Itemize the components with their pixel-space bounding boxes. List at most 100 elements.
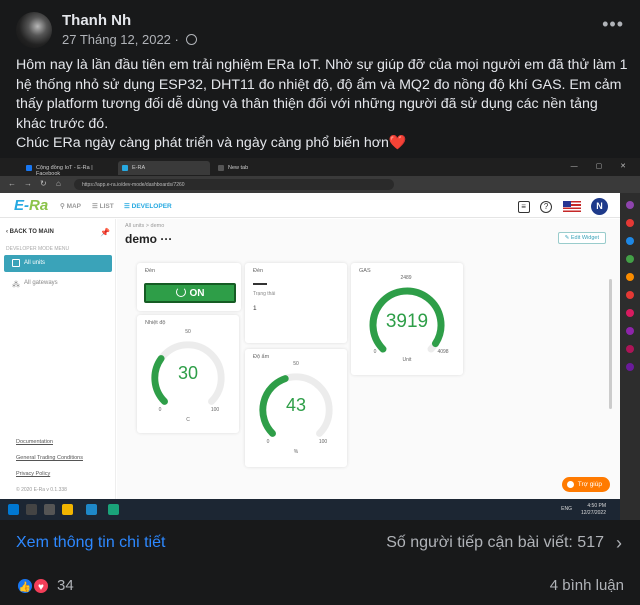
love-reaction-icon[interactable]: ♥ [32, 577, 50, 595]
us-flag-icon[interactable] [562, 201, 581, 213]
edit-widget-label: Edit Widget [570, 235, 599, 241]
search-icon[interactable] [26, 504, 37, 515]
sidebar-app-icon[interactable] [626, 345, 634, 353]
gauge-unit: % [293, 449, 299, 455]
power-toggle-button[interactable]: ON [144, 283, 236, 303]
edit-widget-button[interactable]: ✎ Edit Widget [557, 232, 606, 244]
gas-gauge-widget: GAS 2489 3919 0 4098 Unit [351, 263, 463, 375]
gauge-max: 100 [210, 407, 220, 413]
post-closing-line: Chúc ERa ngày càng phát triển và ngày cà… [16, 134, 628, 154]
sidebar-app-icon[interactable] [626, 363, 634, 371]
gauge-value: 3919 [385, 311, 429, 332]
clock-date: 12/27/2022 [580, 509, 606, 516]
dashboard-area: All units > demo demo ··· ✎ Edit Widget … [117, 219, 620, 499]
sidebar-app-icon[interactable] [626, 255, 634, 263]
scrollbar[interactable] [609, 279, 612, 409]
reach-count[interactable]: Số người tiếp cận bài viết: 517 [386, 534, 604, 552]
sidebar-item-label: All gateways [24, 280, 58, 286]
dashboard-title-text: demo [125, 232, 158, 246]
reactions-row: 👍 ♥ 34 4 bình luận [16, 576, 624, 596]
app-topbar: E-Ra ⚲ MAP ☰ LIST ☰ DEVELOPER ≡ ? N [0, 193, 620, 218]
trading-conditions-link[interactable]: General Trading Conditions [16, 455, 83, 461]
gateway-icon: ⁂ [12, 280, 20, 289]
privacy-policy-link[interactable]: Privacy Policy [16, 471, 50, 477]
breadcrumb[interactable]: All units > demo [125, 223, 164, 229]
tab-label: E-RA [132, 165, 146, 171]
post-date[interactable]: 27 Tháng 12, 2022 [62, 32, 171, 47]
author-name[interactable]: Thanh Nh [62, 12, 131, 29]
user-avatar[interactable]: N [591, 198, 608, 216]
nav-developer[interactable]: ☰ DEVELOPER [124, 202, 172, 210]
post-insights-row: Xem thông tin chi tiết Số người tiếp cận… [16, 533, 624, 556]
widget-label: Đèn [253, 268, 264, 274]
clock[interactable]: 4:50 PM 12/27/2022 [581, 503, 606, 516]
comment-count[interactable]: 4 bình luận [550, 577, 624, 594]
help-chat-button[interactable]: Trợ giúp [561, 477, 610, 492]
like-reaction-icon[interactable]: 👍 [16, 577, 34, 595]
app-icon[interactable] [108, 504, 119, 515]
temperature-gauge-widget: Nhiệt độ 50 30 0 100 C [137, 315, 239, 433]
globe-icon [186, 34, 198, 45]
browser-sidebar [620, 193, 640, 520]
logo-main: E- [14, 197, 29, 214]
gauge-min: 0 [373, 349, 377, 355]
gauge-mid: 50 [293, 361, 299, 367]
help-icon[interactable]: ? [540, 200, 553, 213]
documentation-link[interactable]: Documentation [16, 439, 53, 445]
sidebar-app-icon[interactable] [626, 273, 634, 281]
gauge-max: 4098 [437, 349, 449, 355]
widget-label: GAS [359, 268, 371, 274]
back-to-main-button[interactable]: ‹ BACK TO MAIN [6, 229, 54, 235]
back-icon[interactable]: ← [8, 179, 16, 188]
reaction-count[interactable]: 34 [57, 577, 74, 594]
sidebar-app-icon[interactable] [626, 327, 634, 335]
topbar-actions: ≡ ? N [512, 198, 608, 216]
pin-icon[interactable]: 📌 [100, 228, 110, 237]
browser-tab[interactable]: E-RA [118, 161, 210, 175]
see-details-link[interactable]: Xem thông tin chi tiết [16, 534, 165, 552]
sidebar-section-title: DEVELOPER MODE MENU [6, 246, 70, 252]
url-input[interactable]: https://app.e-ra.io/dev-mode/dashboards/… [74, 179, 394, 190]
sidebar-app-icon[interactable] [626, 309, 634, 317]
windows-start-icon[interactable] [8, 504, 19, 515]
chevron-right-icon[interactable]: › [616, 533, 622, 554]
post-line: khác trước đó. [16, 115, 109, 132]
attached-screenshot[interactable]: Cộng đồng IoT - E-Ra | Facebook E-RA New… [0, 158, 640, 520]
author-avatar[interactable] [16, 12, 52, 48]
back-label: BACK TO MAIN [9, 229, 54, 235]
windows-taskbar: ENG 4:50 PM 12/27/2022 [0, 499, 620, 520]
sidebar-app-icon[interactable] [626, 291, 634, 299]
window-controls[interactable]: — ▢ ✕ [571, 162, 634, 170]
widget-sublabel: Trạng thái [253, 291, 276, 297]
sidebar-item-all-gateways[interactable]: ⁂ All gateways [12, 280, 58, 289]
gauge-max: 100 [318, 439, 328, 445]
edge-browser-icon[interactable] [86, 504, 97, 515]
widget-label: Nhiệt độ [145, 320, 166, 326]
nav-map-label: MAP [66, 203, 82, 210]
sidebar-app-icon[interactable] [626, 237, 634, 245]
browser-tab[interactable]: Cộng đồng IoT - E-Ra | Facebook [22, 161, 114, 177]
nav-list[interactable]: ☰ LIST [92, 202, 114, 210]
reload-icon[interactable]: ↻ [40, 179, 47, 188]
sidebar-app-icon[interactable] [626, 219, 634, 227]
home-icon[interactable]: ⌂ [56, 179, 61, 188]
widget-label: Độ ẩm [253, 354, 270, 360]
nav-developer-label: DEVELOPER [131, 203, 172, 210]
more-options-icon[interactable]: ••• [602, 14, 624, 35]
post-meta: 27 Tháng 12, 2022 · [62, 32, 198, 47]
sidebar-app-icon[interactable] [626, 201, 634, 209]
nav-map[interactable]: ⚲ MAP [60, 202, 81, 210]
forward-icon[interactable]: → [24, 179, 32, 188]
file-explorer-icon[interactable] [62, 504, 73, 515]
dashboard-menu-icon[interactable]: ··· [160, 232, 172, 246]
browser-tab[interactable]: New tab [214, 161, 306, 175]
sidebar: ‹ BACK TO MAIN 📌 DEVELOPER MODE MENU All… [0, 219, 116, 499]
sidebar-item-all-units[interactable]: All units [4, 255, 112, 272]
task-view-icon[interactable] [44, 504, 55, 515]
era-icon [122, 165, 128, 171]
tray-language[interactable]: ENG [561, 506, 572, 512]
copyright: © 2020 E-Ra v 0.1.338 [16, 487, 67, 493]
post-line: Hôm nay là lần đầu tiên em trải nghiệm E… [16, 57, 628, 73]
document-icon[interactable]: ≡ [517, 200, 530, 213]
era-logo[interactable]: E-Ra [14, 197, 48, 214]
